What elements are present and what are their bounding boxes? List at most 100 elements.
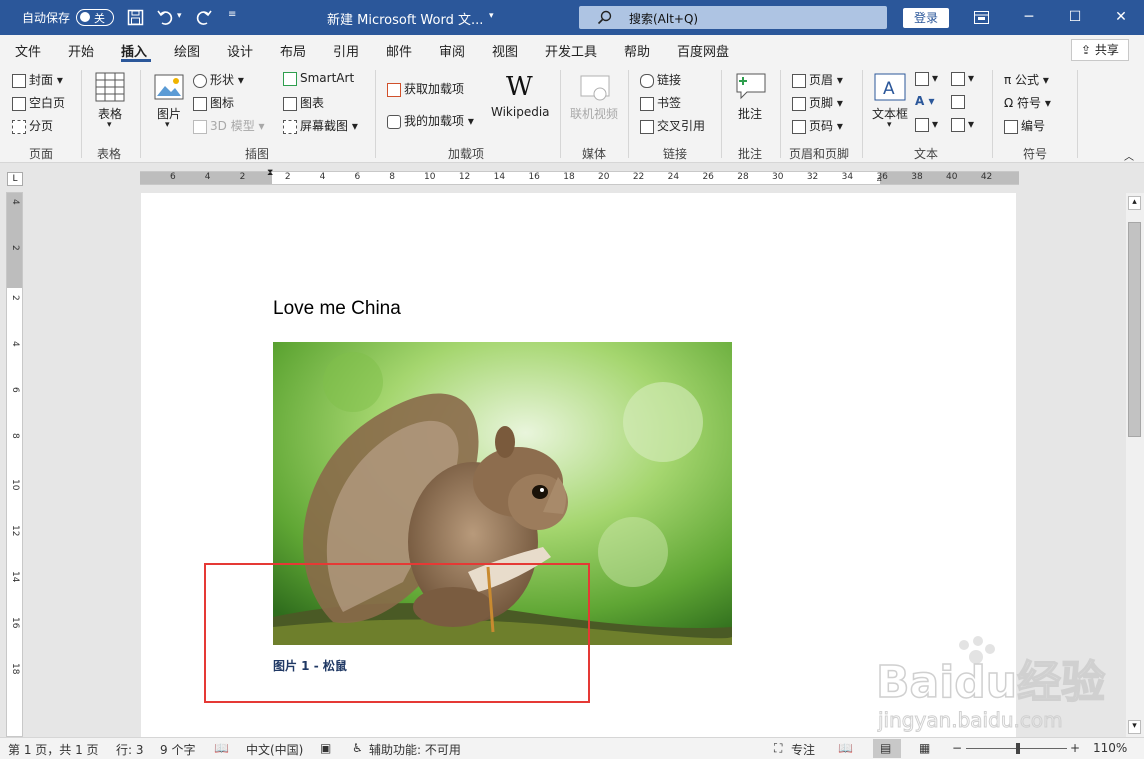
textbox-dropdown-icon[interactable]: ▾ — [887, 120, 892, 130]
bookmark-button[interactable]: 书签 — [640, 94, 681, 111]
my-addins-icon — [387, 114, 401, 129]
symbol-button[interactable]: Ω 符号 ▾ — [1004, 94, 1051, 111]
equation-button[interactable]: π 公式 ▾ — [1004, 71, 1049, 88]
date-time-icon[interactable] — [951, 94, 968, 109]
smartart-button[interactable]: SmartArt — [283, 71, 354, 86]
textbox-icon[interactable]: A — [874, 73, 906, 104]
web-layout-icon[interactable]: ▦ — [919, 741, 930, 755]
document-heading[interactable]: Love me China — [273, 298, 401, 320]
collapse-ribbon-icon[interactable]: ︿ — [1124, 148, 1134, 163]
proofing-icon[interactable]: 📖 — [214, 741, 229, 755]
indent-marker-icon[interactable]: ⧗ — [267, 168, 273, 178]
read-mode-icon[interactable]: 📖 — [838, 741, 853, 755]
icons-button[interactable]: 图标 — [193, 94, 234, 111]
accessibility-status[interactable]: 辅助功能: 不可用 — [369, 741, 461, 758]
page-break-button[interactable]: 分页 — [12, 117, 53, 134]
tab-draw[interactable]: 绘图 — [174, 41, 200, 60]
shapes-button[interactable]: 形状 ▾ — [193, 71, 244, 88]
table-dropdown-icon[interactable]: ▾ — [107, 120, 112, 130]
tab-layout[interactable]: 布局 — [280, 41, 306, 60]
tab-selector-icon[interactable]: L — [7, 172, 23, 186]
maximize-button[interactable]: ☐ — [1052, 0, 1098, 35]
tab-design[interactable]: 设计 — [227, 41, 253, 60]
wikipedia-icon[interactable]: W — [506, 72, 533, 102]
print-layout-icon[interactable]: ▤ — [880, 741, 891, 755]
ribbon-display-icon[interactable] — [974, 11, 989, 24]
macro-icon[interactable]: ▣ — [320, 741, 331, 755]
tab-developer[interactable]: 开发工具 — [545, 41, 597, 60]
drop-cap-icon[interactable]: ▾ — [915, 117, 938, 132]
footer-button[interactable]: 页脚 ▾ — [792, 94, 843, 111]
zoom-level[interactable]: 110% — [1093, 741, 1127, 755]
cover-page-button[interactable]: 封面 ▾ — [12, 71, 63, 88]
signature-line-icon[interactable]: ▾ — [951, 71, 974, 86]
minimize-button[interactable]: ─ — [1006, 0, 1052, 35]
group-divider — [721, 70, 722, 158]
login-button[interactable]: 登录 — [903, 8, 949, 28]
wordart-icon[interactable]: A ▾ — [915, 94, 935, 108]
tab-file[interactable]: 文件 — [15, 41, 41, 60]
share-button[interactable]: ⇪ 共享 — [1071, 39, 1129, 61]
picture-dropdown-icon[interactable]: ▾ — [165, 120, 170, 130]
zoom-slider-thumb[interactable] — [1015, 743, 1020, 754]
chart-button[interactable]: 图表 — [283, 94, 324, 111]
horizontal-ruler[interactable]: 6 4 2 2 4 6 8 10 12 14 16 18 20 22 24 26 28 30 32 34 36 38 40 4… — [140, 168, 1019, 185]
focus-label[interactable]: 专注 — [791, 741, 815, 758]
3d-model-button[interactable]: 3D 模型 ▾ — [193, 117, 265, 134]
right-indent-marker-icon[interactable]: ▵ — [877, 174, 882, 184]
get-addins-button[interactable]: 获取加载项 — [387, 80, 464, 97]
quick-parts-icon[interactable]: ▾ — [915, 71, 938, 86]
tab-references[interactable]: 引用 — [333, 41, 359, 60]
scroll-thumb[interactable] — [1128, 222, 1141, 437]
zoom-out-icon[interactable]: − — [952, 741, 962, 755]
table-button[interactable] — [95, 72, 125, 105]
picture-button[interactable] — [154, 74, 184, 103]
active-tab-indicator — [121, 59, 151, 62]
tab-mailings[interactable]: 邮件 — [386, 41, 412, 60]
autosave-toggle[interactable]: 关 — [76, 9, 114, 26]
screenshot-button[interactable]: 屏幕截图 ▾ — [283, 117, 358, 134]
redo-icon[interactable] — [195, 9, 213, 26]
group-label-media: 媒体 — [582, 147, 607, 161]
search-box[interactable]: 搜索(Alt+Q) — [579, 6, 887, 29]
group-divider — [992, 70, 993, 158]
page-count[interactable]: 第 1 页，共 1 页 — [8, 741, 99, 758]
cross-reference-button[interactable]: 交叉引用 — [640, 117, 705, 134]
page-number-button[interactable]: 页码 ▾ — [792, 117, 843, 134]
zoom-in-icon[interactable]: + — [1070, 741, 1080, 755]
my-addins-button[interactable]: 我的加载项 ▾ — [387, 112, 474, 129]
online-video-icon[interactable] — [580, 74, 610, 105]
link-button[interactable]: 链接 — [640, 71, 681, 88]
customize-toolbar-icon[interactable]: ≡ — [228, 9, 236, 20]
object-icon[interactable]: ▾ — [951, 117, 974, 132]
tab-help[interactable]: 帮助 — [624, 41, 650, 60]
ruler-number: 16 — [528, 172, 540, 182]
group-label-table: 表格 — [97, 147, 122, 161]
comment-icon[interactable] — [735, 72, 767, 103]
number-button[interactable]: 编号 — [1004, 117, 1045, 134]
tab-insert[interactable]: 插入 — [121, 41, 147, 60]
undo-dropdown-icon[interactable]: ▾ — [177, 11, 182, 21]
group-label-pages: 页面 — [29, 147, 54, 161]
tab-view[interactable]: 视图 — [492, 41, 518, 60]
group-divider — [780, 70, 781, 158]
focus-icon[interactable]: ⛶ — [774, 741, 782, 756]
number-label: 编号 — [1021, 119, 1046, 133]
online-video-label: 联机视频 — [570, 107, 619, 121]
tab-baidu-netdisk[interactable]: 百度网盘 — [677, 41, 729, 60]
undo-icon[interactable] — [157, 9, 175, 26]
tab-home[interactable]: 开始 — [68, 41, 94, 60]
save-icon[interactable] — [127, 9, 144, 26]
scroll-up-icon[interactable]: ▴ — [1128, 196, 1141, 210]
blank-page-button[interactable]: 空白页 — [12, 94, 65, 111]
ruler-v-number: 4 — [10, 341, 20, 347]
tab-review[interactable]: 审阅 — [439, 41, 465, 60]
header-button[interactable]: 页眉 ▾ — [792, 71, 843, 88]
icons-label: 图标 — [210, 96, 235, 110]
title-dropdown-icon[interactable]: ▾ — [489, 11, 494, 21]
language[interactable]: 中文(中国) — [246, 741, 303, 758]
group-divider — [140, 70, 141, 158]
vertical-ruler[interactable]: 4 2 2 4 6 8 10 12 14 16 18 — [6, 192, 23, 737]
word-count[interactable]: 9 个字 — [160, 741, 195, 758]
close-button[interactable]: ✕ — [1098, 0, 1144, 35]
